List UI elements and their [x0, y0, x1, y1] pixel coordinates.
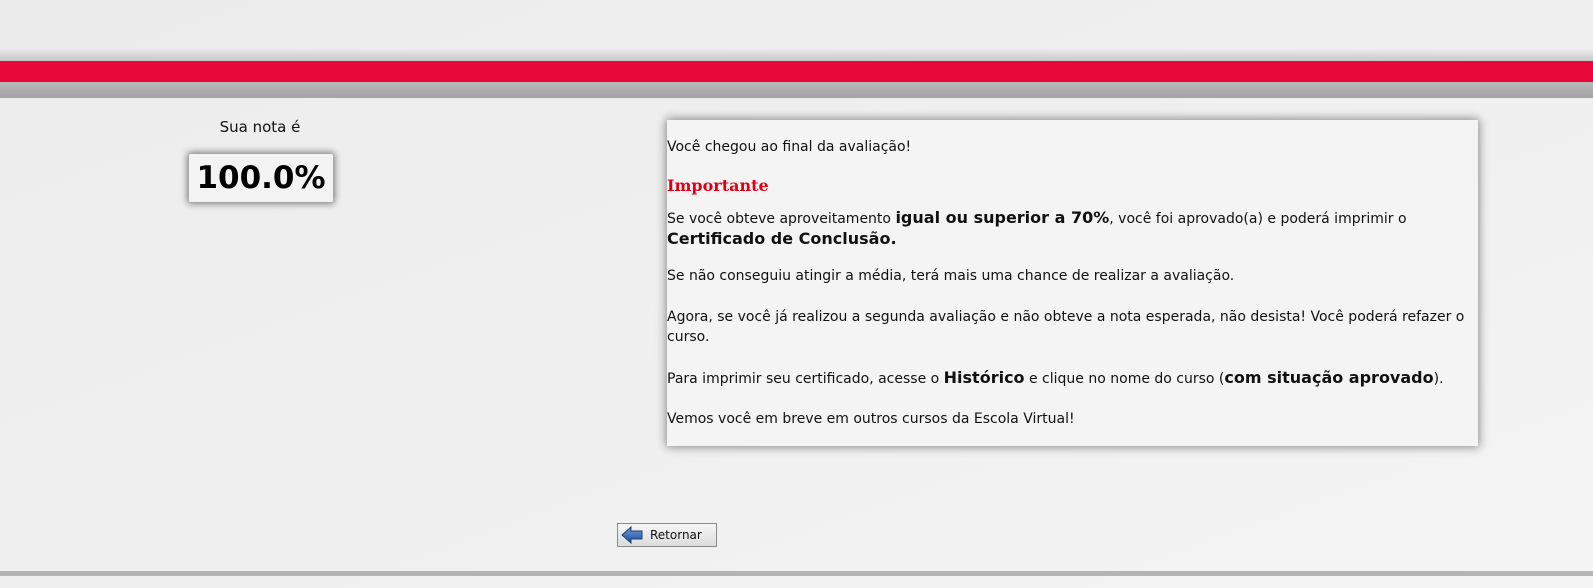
redo-course-text: Agora, se você já realizou a segunda ava… — [667, 309, 1465, 345]
return-button-label: Retornar — [650, 528, 702, 542]
approved-status-text: com situação aprovado — [1224, 368, 1434, 387]
retry-text: Se não conseguiu atingir a média, terá m… — [667, 268, 1235, 284]
certificate-text: Se você obteve aproveitamento igual ou s… — [667, 208, 1478, 250]
score-area: Sua nota é 100.0% — [150, 118, 372, 202]
print-instructions-text: Para imprimir seu certificado, acesse o … — [667, 368, 1478, 389]
header-gray-band — [0, 82, 1593, 98]
farewell-text: Vemos você em breve em outros cursos da … — [667, 411, 1075, 427]
arrow-left-icon — [621, 525, 643, 545]
print-text-part3: ). — [1433, 371, 1444, 387]
score-value: 100.0% — [189, 154, 333, 202]
score-label: Sua nota é — [219, 118, 301, 136]
history-text: Histórico — [943, 368, 1025, 387]
footer-line — [0, 571, 1593, 576]
page: Sua nota é 100.0% Você chegou ao final d… — [0, 0, 1593, 588]
print-text-part1: Para imprimir seu certificado, acesse o — [667, 371, 944, 387]
certificate-text-part1: Se você obteve aproveitamento — [667, 211, 896, 227]
certificate-name-text: Certificado de Conclusão. — [667, 229, 897, 248]
header-red-band — [0, 61, 1593, 82]
intro-text: Você chegou ao final da avaliação! — [667, 139, 912, 155]
print-text-part2: e clique no nome do curso ( — [1024, 371, 1225, 387]
return-button[interactable]: Retornar — [617, 523, 717, 547]
result-info-panel: Você chegou ao final da avaliação! Impor… — [667, 120, 1478, 446]
header-shadow — [0, 48, 1593, 62]
important-heading: Importante — [667, 176, 769, 195]
pass-threshold-text: igual ou superior a 70% — [895, 208, 1110, 227]
certificate-text-part2: , você foi aprovado(a) e poderá imprimir… — [1109, 211, 1407, 227]
